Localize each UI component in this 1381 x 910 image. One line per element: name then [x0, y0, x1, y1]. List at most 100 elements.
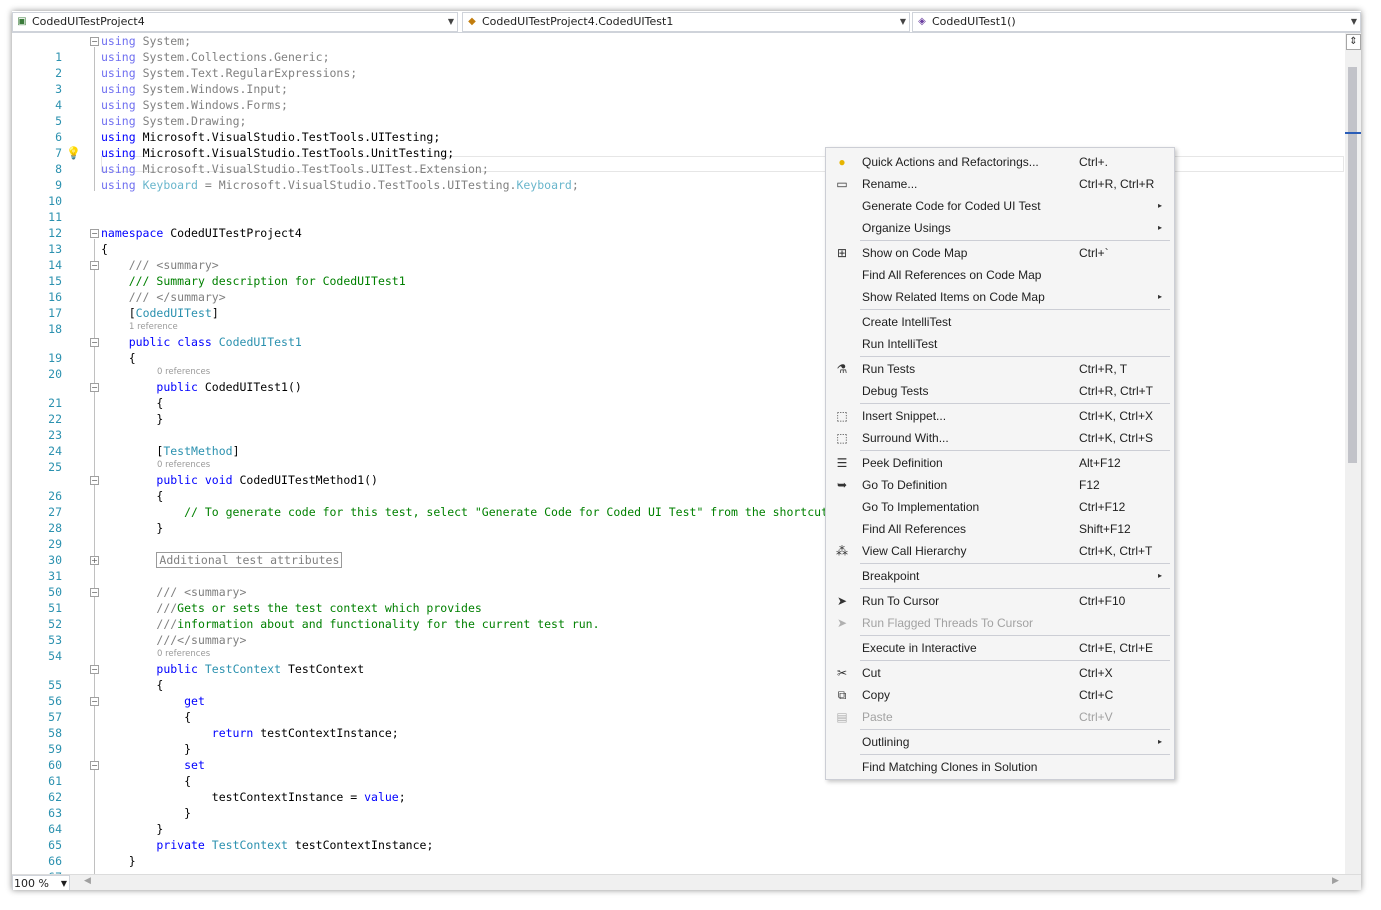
menu-item-go-to-implementation[interactable]: Go To Implementation Ctrl+F12 [826, 496, 1174, 518]
doc-comment: /// Summary description for CodedUITest1 [128, 274, 406, 288]
menu-item-label: Find All References on Code Map [862, 268, 1042, 282]
code-text: [ [128, 306, 136, 320]
menu-item-quick-actions[interactable]: ● Quick Actions and Refactorings... Ctrl… [826, 151, 1174, 173]
menu-item-run-to-cursor[interactable]: ➤ Run To Cursor Ctrl+F10 [826, 590, 1174, 612]
scrollbar-thumb[interactable] [1348, 67, 1357, 463]
collapse-toggle[interactable]: − [90, 761, 99, 770]
collapse-toggle[interactable]: − [90, 261, 99, 270]
menu-item-find-matching-clones[interactable]: Find Matching Clones in Solution [826, 756, 1174, 778]
collapse-toggle[interactable]: − [90, 665, 99, 674]
keyword: get [184, 694, 205, 708]
menu-item-shortcut: Shift+F12 [1079, 522, 1131, 536]
split-window-icon[interactable]: ⇕ [1346, 34, 1361, 50]
menu-item-debug-tests[interactable]: Debug Tests Ctrl+R, Ctrl+T [826, 380, 1174, 402]
submenu-arrow-icon: ▸ [1158, 223, 1163, 232]
menu-item-shortcut: Alt+F12 [1079, 456, 1121, 470]
lightbulb-icon[interactable]: 💡 [66, 145, 81, 161]
doc-comment: /// [156, 617, 178, 631]
code-line: 6 using System.Drawing; [12, 113, 1345, 144]
submenu-arrow-icon: ▸ [1158, 201, 1163, 210]
menu-item-organize-usings[interactable]: Organize Usings ▸ [826, 217, 1174, 239]
keyword: using [101, 130, 136, 144]
scroll-left-icon[interactable]: ◀ [84, 876, 91, 886]
menu-item-breakpoint[interactable]: Breakpoint ▸ [826, 565, 1174, 587]
menu-item-show-on-code-map[interactable]: ⊞ Show on Code Map Ctrl+` [826, 242, 1174, 264]
menu-item-generate-code[interactable]: Generate Code for Coded UI Test ▸ [826, 195, 1174, 217]
menu-item-run-tests[interactable]: ⚗ Run Tests Ctrl+R, T [826, 358, 1174, 380]
menu-item-show-related-items[interactable]: Show Related Items on Code Map ▸ [826, 286, 1174, 308]
method-icon: ◈ [918, 16, 926, 27]
code-line: 3 using System.Text.RegularExpressions; [12, 65, 1345, 96]
submenu-arrow-icon: ▸ [1158, 292, 1163, 301]
codelens-references[interactable]: 0 references [157, 459, 210, 472]
keyword: public [156, 380, 198, 394]
menu-item-run-intellitest[interactable]: Run IntelliTest [826, 333, 1174, 355]
menu-item-view-call-hierarchy[interactable]: ⁂ View Call Hierarchy Ctrl+K, Ctrl+T [826, 540, 1174, 562]
codelens-references[interactable]: 0 references [157, 648, 210, 661]
menu-item-cut[interactable]: ✂ Cut Ctrl+X [826, 662, 1174, 684]
class-dropdown-label: CodedUITestProject4.CodedUITest1 [482, 15, 674, 28]
vertical-scrollbar[interactable]: ⇕ [1345, 33, 1361, 874]
menu-item-peek-definition[interactable]: ☰ Peek Definition Alt+F12 [826, 452, 1174, 474]
keyword: set [184, 758, 205, 772]
code-text: ] [211, 306, 219, 320]
codelens-references[interactable]: 0 references [157, 366, 210, 379]
zoom-level-value: 100 % [14, 877, 49, 890]
navigation-bar: ▣ CodedUITestProject4 ▼ ◆ CodedUITestPro… [12, 11, 1361, 33]
scroll-right-icon[interactable]: ▶ [1332, 876, 1339, 886]
menu-separator [860, 635, 1170, 636]
keyword: using [101, 50, 136, 64]
menu-item-go-to-definition[interactable]: ➥ Go To Definition F12 [826, 474, 1174, 496]
expand-toggle[interactable]: + [90, 556, 99, 565]
menu-item-surround-with[interactable]: ⬚ Surround With... Ctrl+K, Ctrl+S [826, 427, 1174, 449]
rename-icon: ▭ [836, 177, 848, 191]
doc-comment: </summary> [177, 633, 247, 647]
collapse-toggle[interactable]: − [90, 588, 99, 597]
class-dropdown[interactable]: ◆ CodedUITestProject4.CodedUITest1 ▼ [462, 12, 910, 32]
code-text: Microsoft.VisualStudio.TestTools.UITesti… [218, 178, 517, 192]
collapse-toggle[interactable]: − [90, 229, 99, 238]
collapse-toggle[interactable]: − [90, 37, 99, 46]
zoom-level-dropdown[interactable]: 100 % ▼ [12, 875, 70, 890]
menu-item-shortcut: Ctrl+R, Ctrl+R [1079, 177, 1155, 191]
keyword: using [101, 146, 136, 160]
code-text: } [128, 854, 136, 868]
menu-item-create-intellitest[interactable]: Create IntelliTest [826, 311, 1174, 333]
menu-item-label: Cut [862, 666, 881, 680]
collapse-toggle[interactable]: − [90, 476, 99, 485]
collapse-toggle[interactable]: − [90, 697, 99, 706]
member-dropdown[interactable]: ◈ CodedUITest1() ▼ [912, 12, 1361, 32]
menu-item-copy[interactable]: ⧉ Copy Ctrl+C [826, 684, 1174, 706]
menu-item-shortcut: Ctrl+E, Ctrl+E [1079, 641, 1154, 655]
cursor-icon: ➤ [836, 594, 848, 608]
type-name: Keyboard [142, 178, 198, 192]
menu-item-insert-snippet[interactable]: ⬚ Insert Snippet... Ctrl+K, Ctrl+X [826, 405, 1174, 427]
code-text: { [184, 774, 192, 788]
menu-item-outlining[interactable]: Outlining ▸ [826, 731, 1174, 753]
menu-item-find-all-references[interactable]: Find All References Shift+F12 [826, 518, 1174, 540]
project-dropdown[interactable]: ▣ CodedUITestProject4 ▼ [12, 12, 458, 32]
menu-item-shortcut: Ctrl+. [1079, 155, 1109, 169]
code-line: 63 testContextInstance = value; [12, 789, 1345, 820]
doc-comment: /// <summary> [156, 585, 247, 599]
code-text: testContextInstance = [211, 790, 365, 804]
menu-item-shortcut: F12 [1079, 478, 1100, 492]
doc-comment: /// [156, 633, 178, 647]
menu-item-label: Create IntelliTest [862, 315, 952, 329]
code-text: CodedUITestMethod1() [232, 473, 378, 487]
menu-item-find-references-code-map[interactable]: Find All References on Code Map [826, 264, 1174, 286]
menu-item-shortcut: Ctrl+F10 [1079, 594, 1126, 608]
collapsed-region[interactable]: Additional test attributes [156, 552, 343, 568]
menu-item-execute-interactive[interactable]: Execute in Interactive Ctrl+E, Ctrl+E [826, 637, 1174, 659]
collapse-toggle[interactable]: − [90, 383, 99, 392]
codelens-references[interactable]: 1 reference [129, 321, 178, 334]
type-name: CodedUITest [135, 306, 212, 320]
keyword: return [211, 726, 254, 740]
code-text: System.Drawing; [142, 114, 247, 128]
member-dropdown-label: CodedUITest1() [932, 15, 1016, 28]
type-name: CodedUITest1 [218, 335, 302, 349]
project-icon: ▣ [17, 16, 27, 27]
keyword: using [101, 114, 136, 128]
menu-item-rename[interactable]: ▭ Rename... Ctrl+R, Ctrl+R [826, 173, 1174, 195]
collapse-toggle[interactable]: − [90, 338, 99, 347]
